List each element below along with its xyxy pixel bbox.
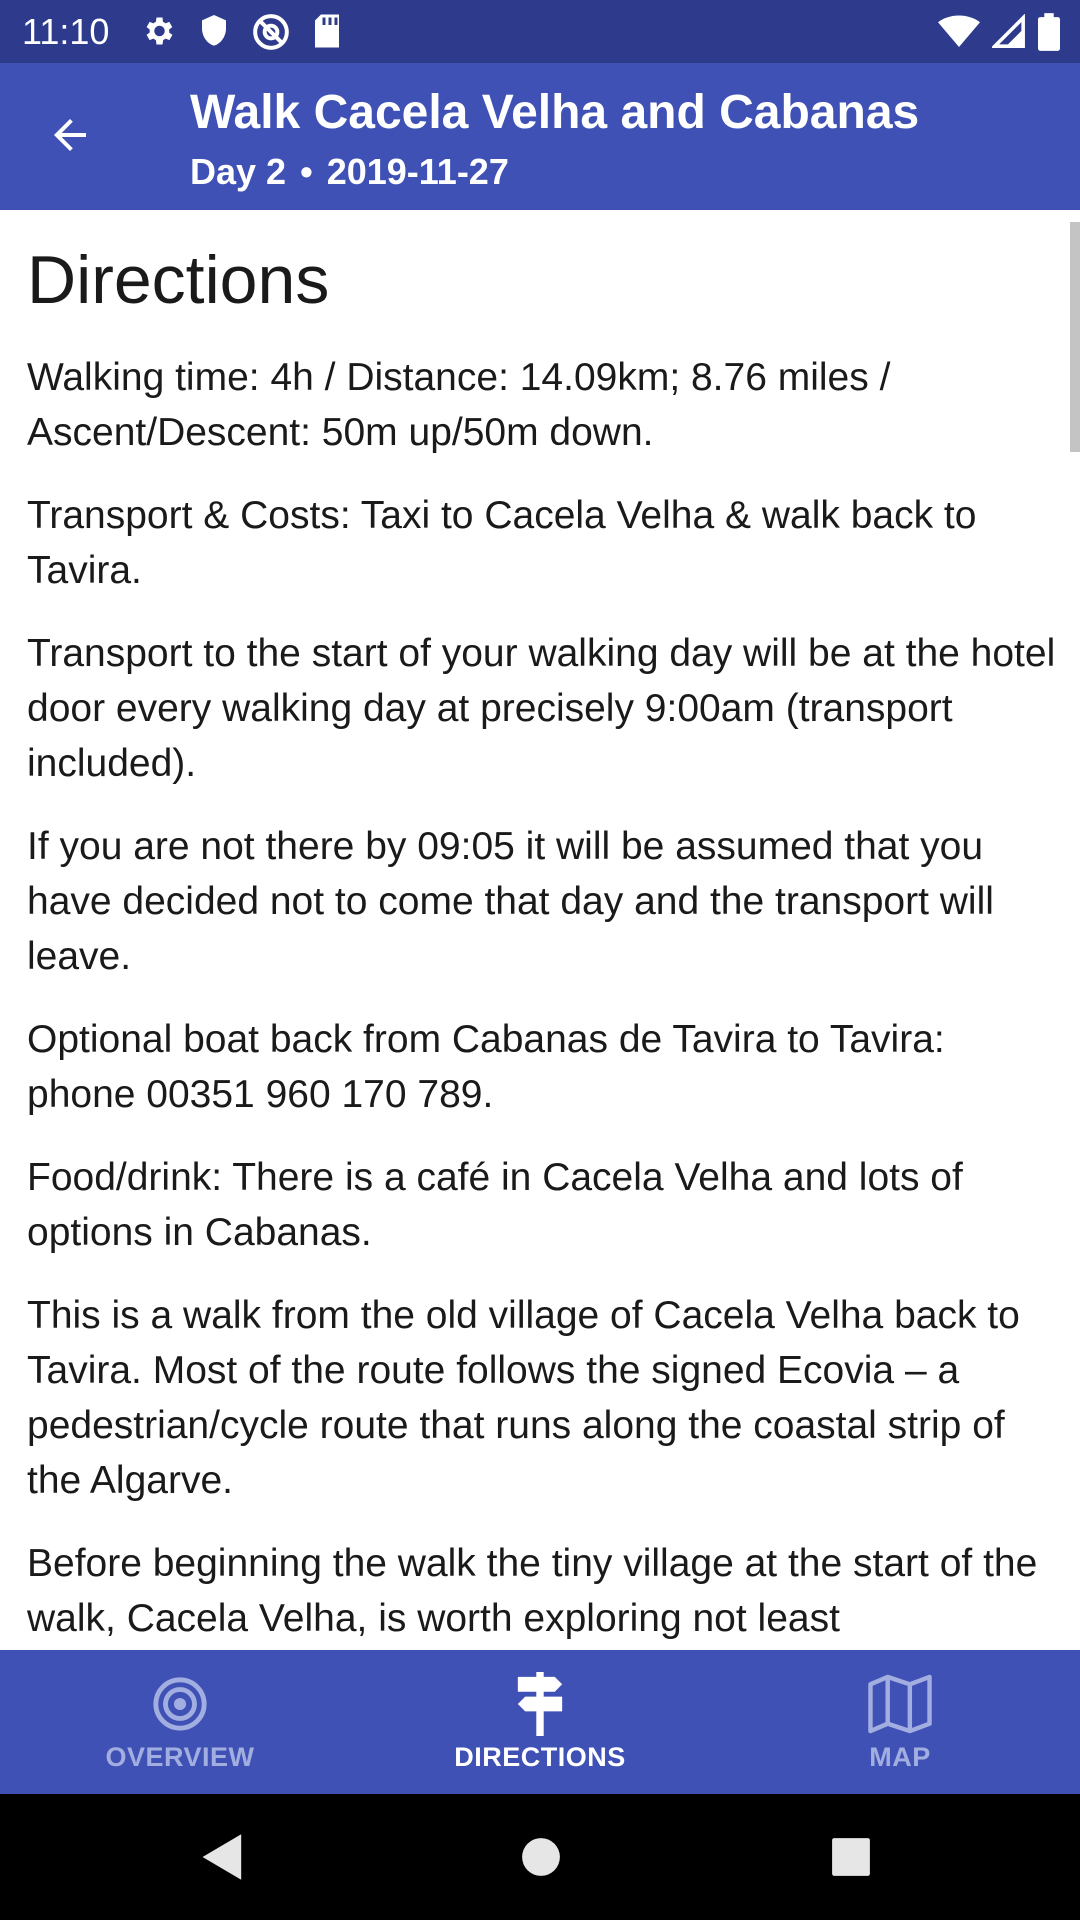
tab-overview-label: OVERVIEW	[105, 1742, 255, 1772]
tab-overview[interactable]: OVERVIEW	[0, 1650, 360, 1794]
tab-directions-label: DIRECTIONS	[454, 1742, 626, 1772]
paragraph-food-drink: Food/drink: There is a café in Cacela Ve…	[27, 1156, 963, 1254]
paragraph-list: Walking time: 4h / Distance: 14.09km; 8.…	[27, 350, 1057, 1650]
tab-directions[interactable]: DIRECTIONS	[360, 1650, 720, 1794]
scrollbar[interactable]	[1070, 222, 1080, 452]
paragraph-lateness: If you are not there by 09:05 it will be…	[27, 825, 994, 978]
directions-content[interactable]: Directions Walking time: 4h / Distance: …	[0, 210, 1080, 1650]
arrow-back-icon	[46, 111, 94, 164]
tab-map-label: MAP	[869, 1742, 931, 1772]
day-label: Day 2	[190, 151, 287, 192]
recents-square-icon[interactable]	[830, 1832, 872, 1887]
home-circle-icon[interactable]	[520, 1832, 562, 1887]
battery-icon	[1038, 13, 1060, 51]
system-navigation-bar	[0, 1794, 1080, 1920]
signpost-icon	[510, 1672, 570, 1736]
paragraph-transport-start: Transport to the start of your walking d…	[27, 632, 1056, 785]
target-icon	[151, 1672, 209, 1736]
page-subtitle: Day 2 • 2019-11-27	[190, 150, 509, 194]
paragraph-transport-costs: Transport & Costs: Taxi to Cacela Velha …	[27, 494, 977, 592]
page-title: Walk Cacela Velha and Cabanas	[190, 86, 920, 139]
status-bar: 11:10	[0, 0, 1080, 63]
signal-icon	[992, 14, 1026, 50]
paragraph-before-beginning: Before beginning the walk the tiny villa…	[27, 1542, 1038, 1640]
paragraph-walking-time: Walking time: 4h / Distance: 14.09km; 8.…	[27, 356, 891, 454]
settings-icon	[140, 13, 176, 51]
date-label: 2019-11-27	[326, 151, 509, 192]
status-time: 11:10	[22, 11, 110, 52]
bottom-navigation: OVERVIEW DIRECTIONS MAP	[0, 1650, 1080, 1794]
wifi-icon	[938, 14, 980, 50]
paragraph-optional-boat: Optional boat back from Cabanas de Tavir…	[27, 1018, 945, 1116]
status-left-icons	[140, 13, 342, 51]
sd-card-icon	[312, 13, 342, 51]
app-bar: Walk Cacela Velha and Cabanas Day 2 • 2019…	[0, 63, 1080, 210]
do-not-disturb-icon	[252, 13, 290, 51]
paragraph-walk-description: This is a walk from the old village of C…	[27, 1294, 1020, 1502]
status-right-icons	[938, 13, 1060, 51]
section-heading: Directions	[27, 242, 330, 318]
tab-map[interactable]: MAP	[720, 1650, 1080, 1794]
subtitle-separator: •	[300, 151, 313, 192]
shield-icon	[198, 13, 230, 51]
back-button[interactable]	[40, 107, 100, 167]
back-triangle-icon[interactable]	[200, 1832, 246, 1887]
map-icon	[868, 1672, 932, 1736]
